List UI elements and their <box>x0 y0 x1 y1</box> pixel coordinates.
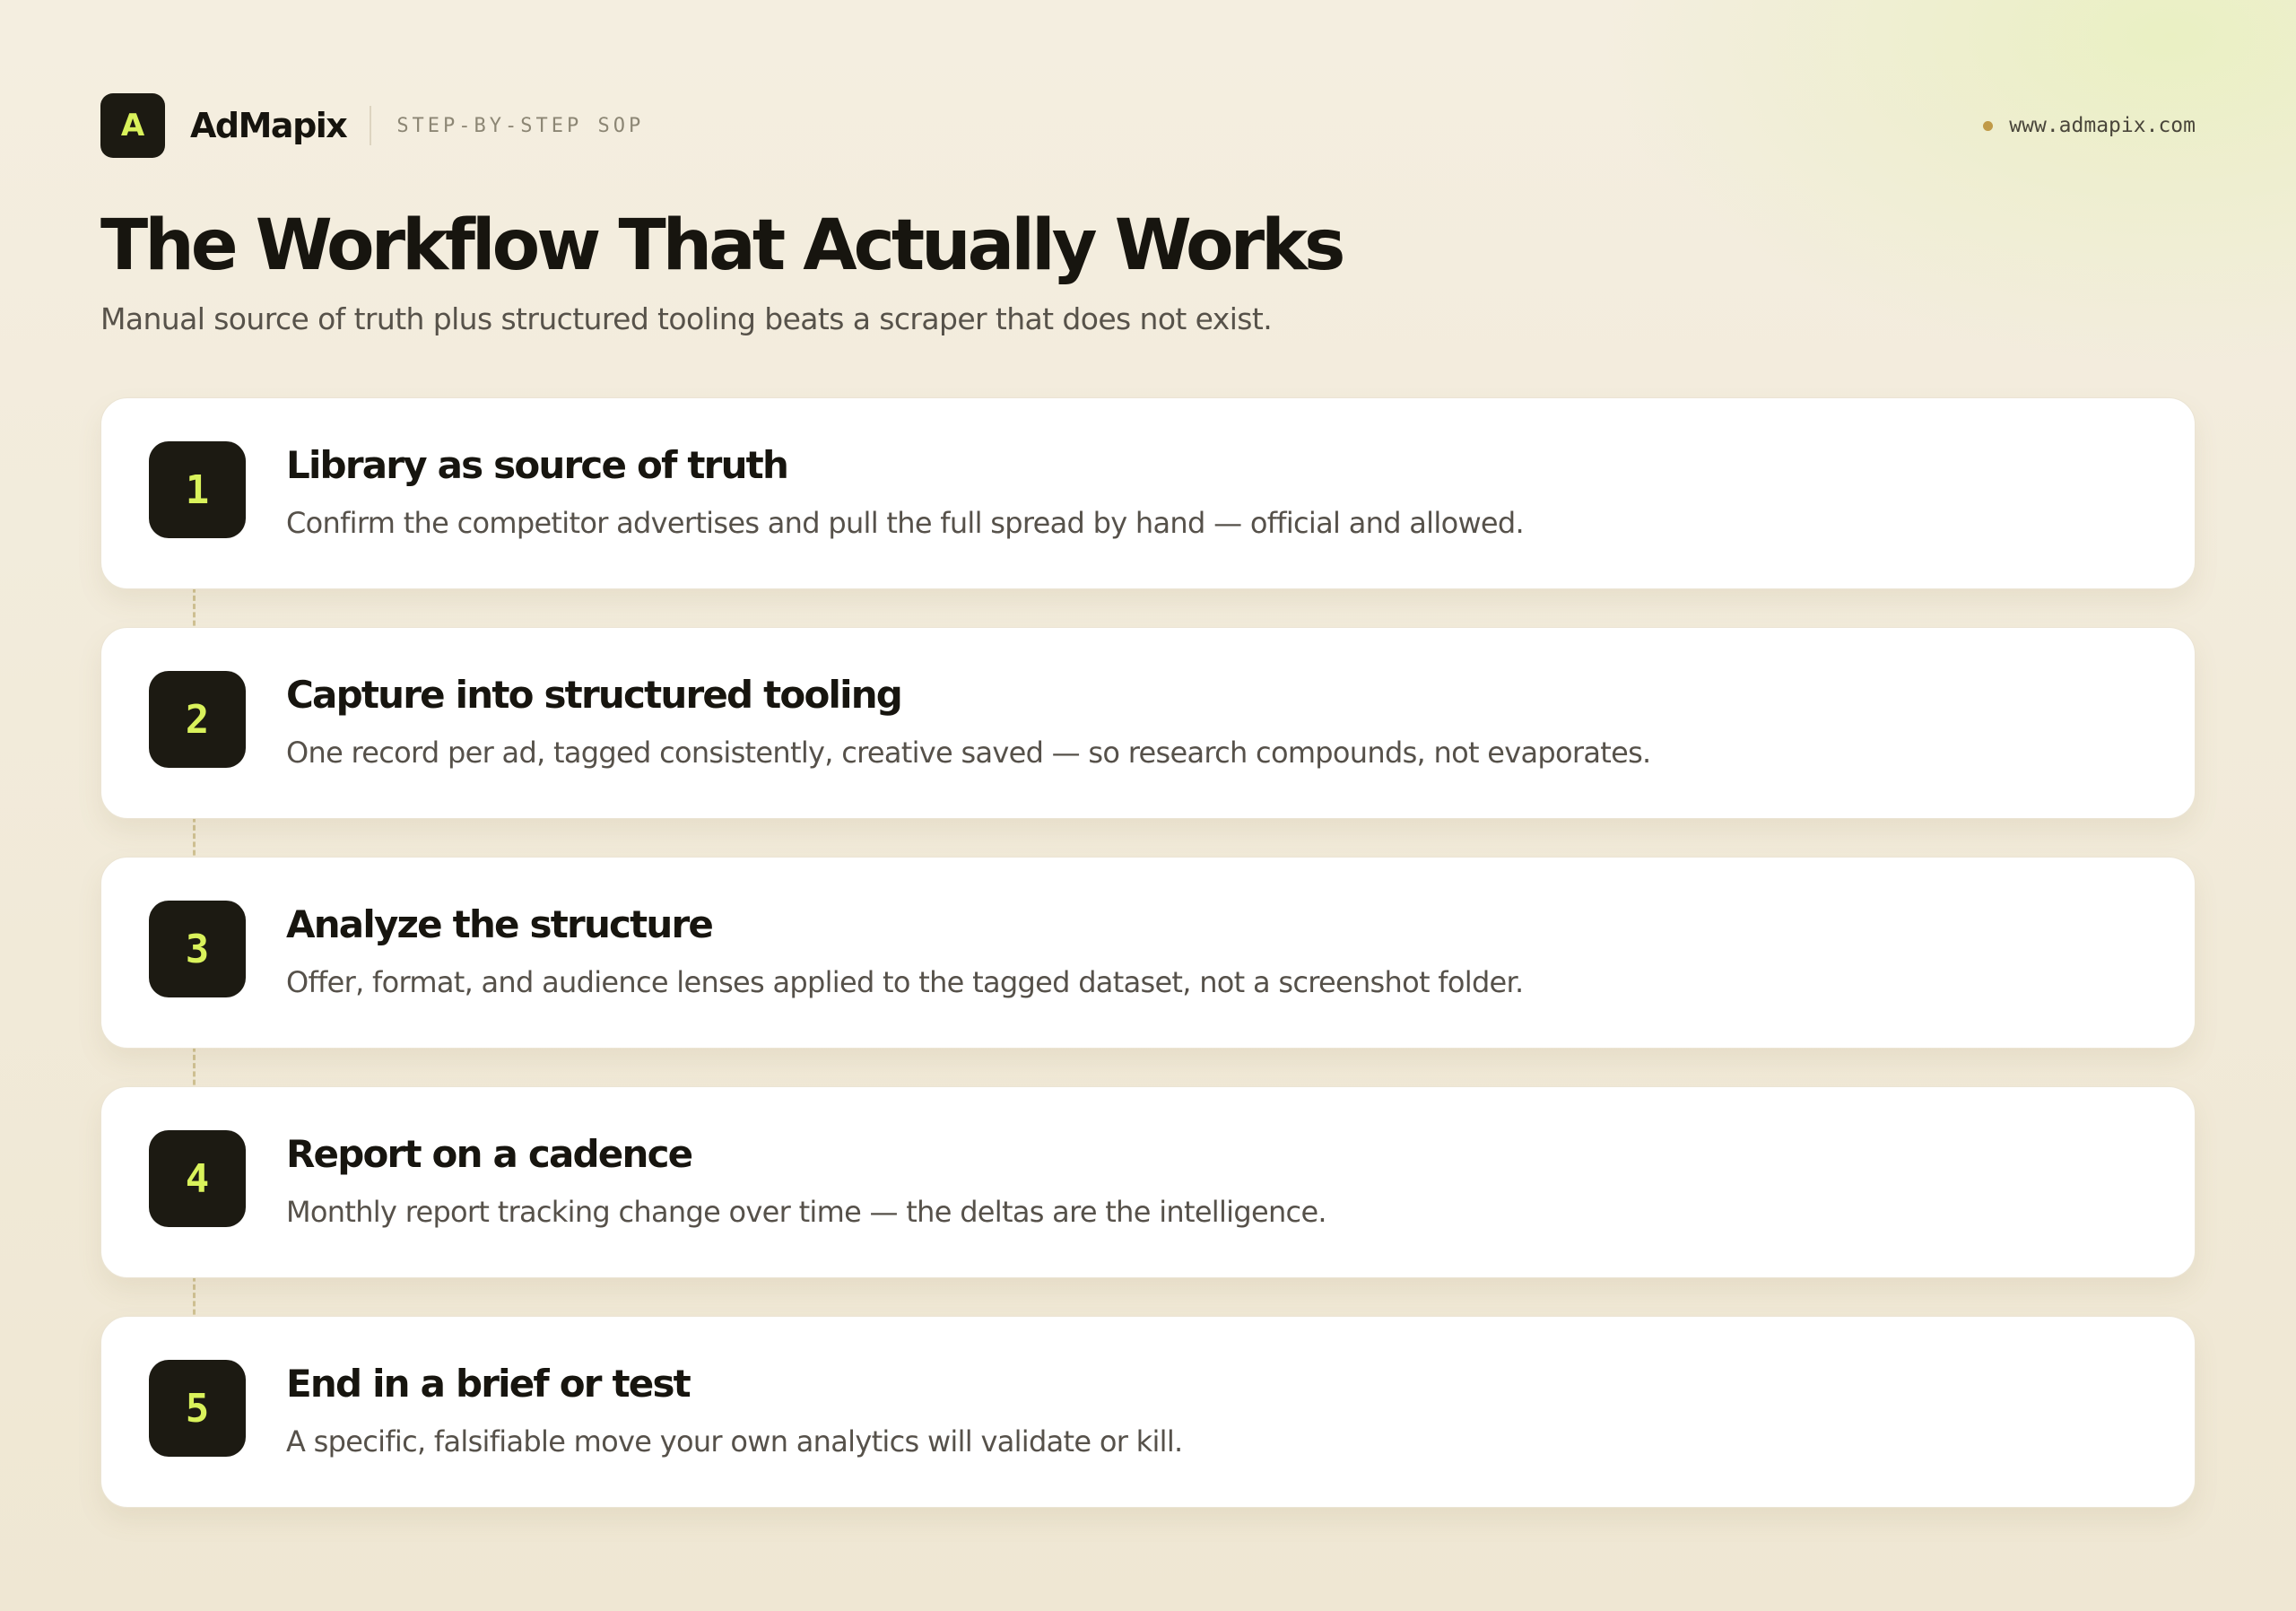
page-title: The Workflow That Actually Works <box>100 205 1345 286</box>
brand-name: AdMapix <box>190 106 348 145</box>
brand-divider <box>370 106 372 145</box>
step-number-badge: 1 <box>149 441 246 538</box>
logo-mark: A <box>100 93 165 158</box>
page-subtitle: Manual source of truth plus structured t… <box>100 301 1273 336</box>
step-description: Monthly report tracking change over time… <box>286 1195 1327 1229</box>
step-card-2: 2 Capture into structured tooling One re… <box>100 627 2196 819</box>
step-title: Report on a cadence <box>286 1132 693 1176</box>
step-title: Capture into structured tooling <box>286 673 903 717</box>
website-label: www.admapix.com <box>1983 114 2196 137</box>
sop-page: A AdMapix STEP-BY-STEP SOP www.admapix.c… <box>100 0 2196 1611</box>
step-description: Offer, format, and audience lenses appli… <box>286 965 1524 999</box>
step-number-badge: 2 <box>149 671 246 768</box>
step-card-4: 4 Report on a cadence Monthly report tra… <box>100 1086 2196 1278</box>
step-number-badge: 3 <box>149 901 246 997</box>
brand-header: A AdMapix STEP-BY-STEP SOP www.admapix.c… <box>100 93 2196 158</box>
step-description: A specific, falsifiable move your own an… <box>286 1424 1183 1459</box>
step-title: Analyze the structure <box>286 902 714 946</box>
step-card-1: 1 Library as source of truth Confirm the… <box>100 397 2196 589</box>
step-description: One record per ad, tagged consistently, … <box>286 736 1651 770</box>
step-description: Confirm the competitor advertises and pu… <box>286 506 1525 540</box>
step-title: Library as source of truth <box>286 443 789 487</box>
dot-icon <box>1983 120 1994 131</box>
website-text: www.admapix.com <box>2009 114 2196 137</box>
step-card-3: 3 Analyze the structure Offer, format, a… <box>100 857 2196 1049</box>
step-title: End in a brief or test <box>286 1362 691 1406</box>
step-number-badge: 5 <box>149 1360 246 1457</box>
step-card-5: 5 End in a brief or test A specific, fal… <box>100 1316 2196 1508</box>
brand-tag: STEP-BY-STEP SOP <box>396 114 645 137</box>
step-number-badge: 4 <box>149 1130 246 1227</box>
